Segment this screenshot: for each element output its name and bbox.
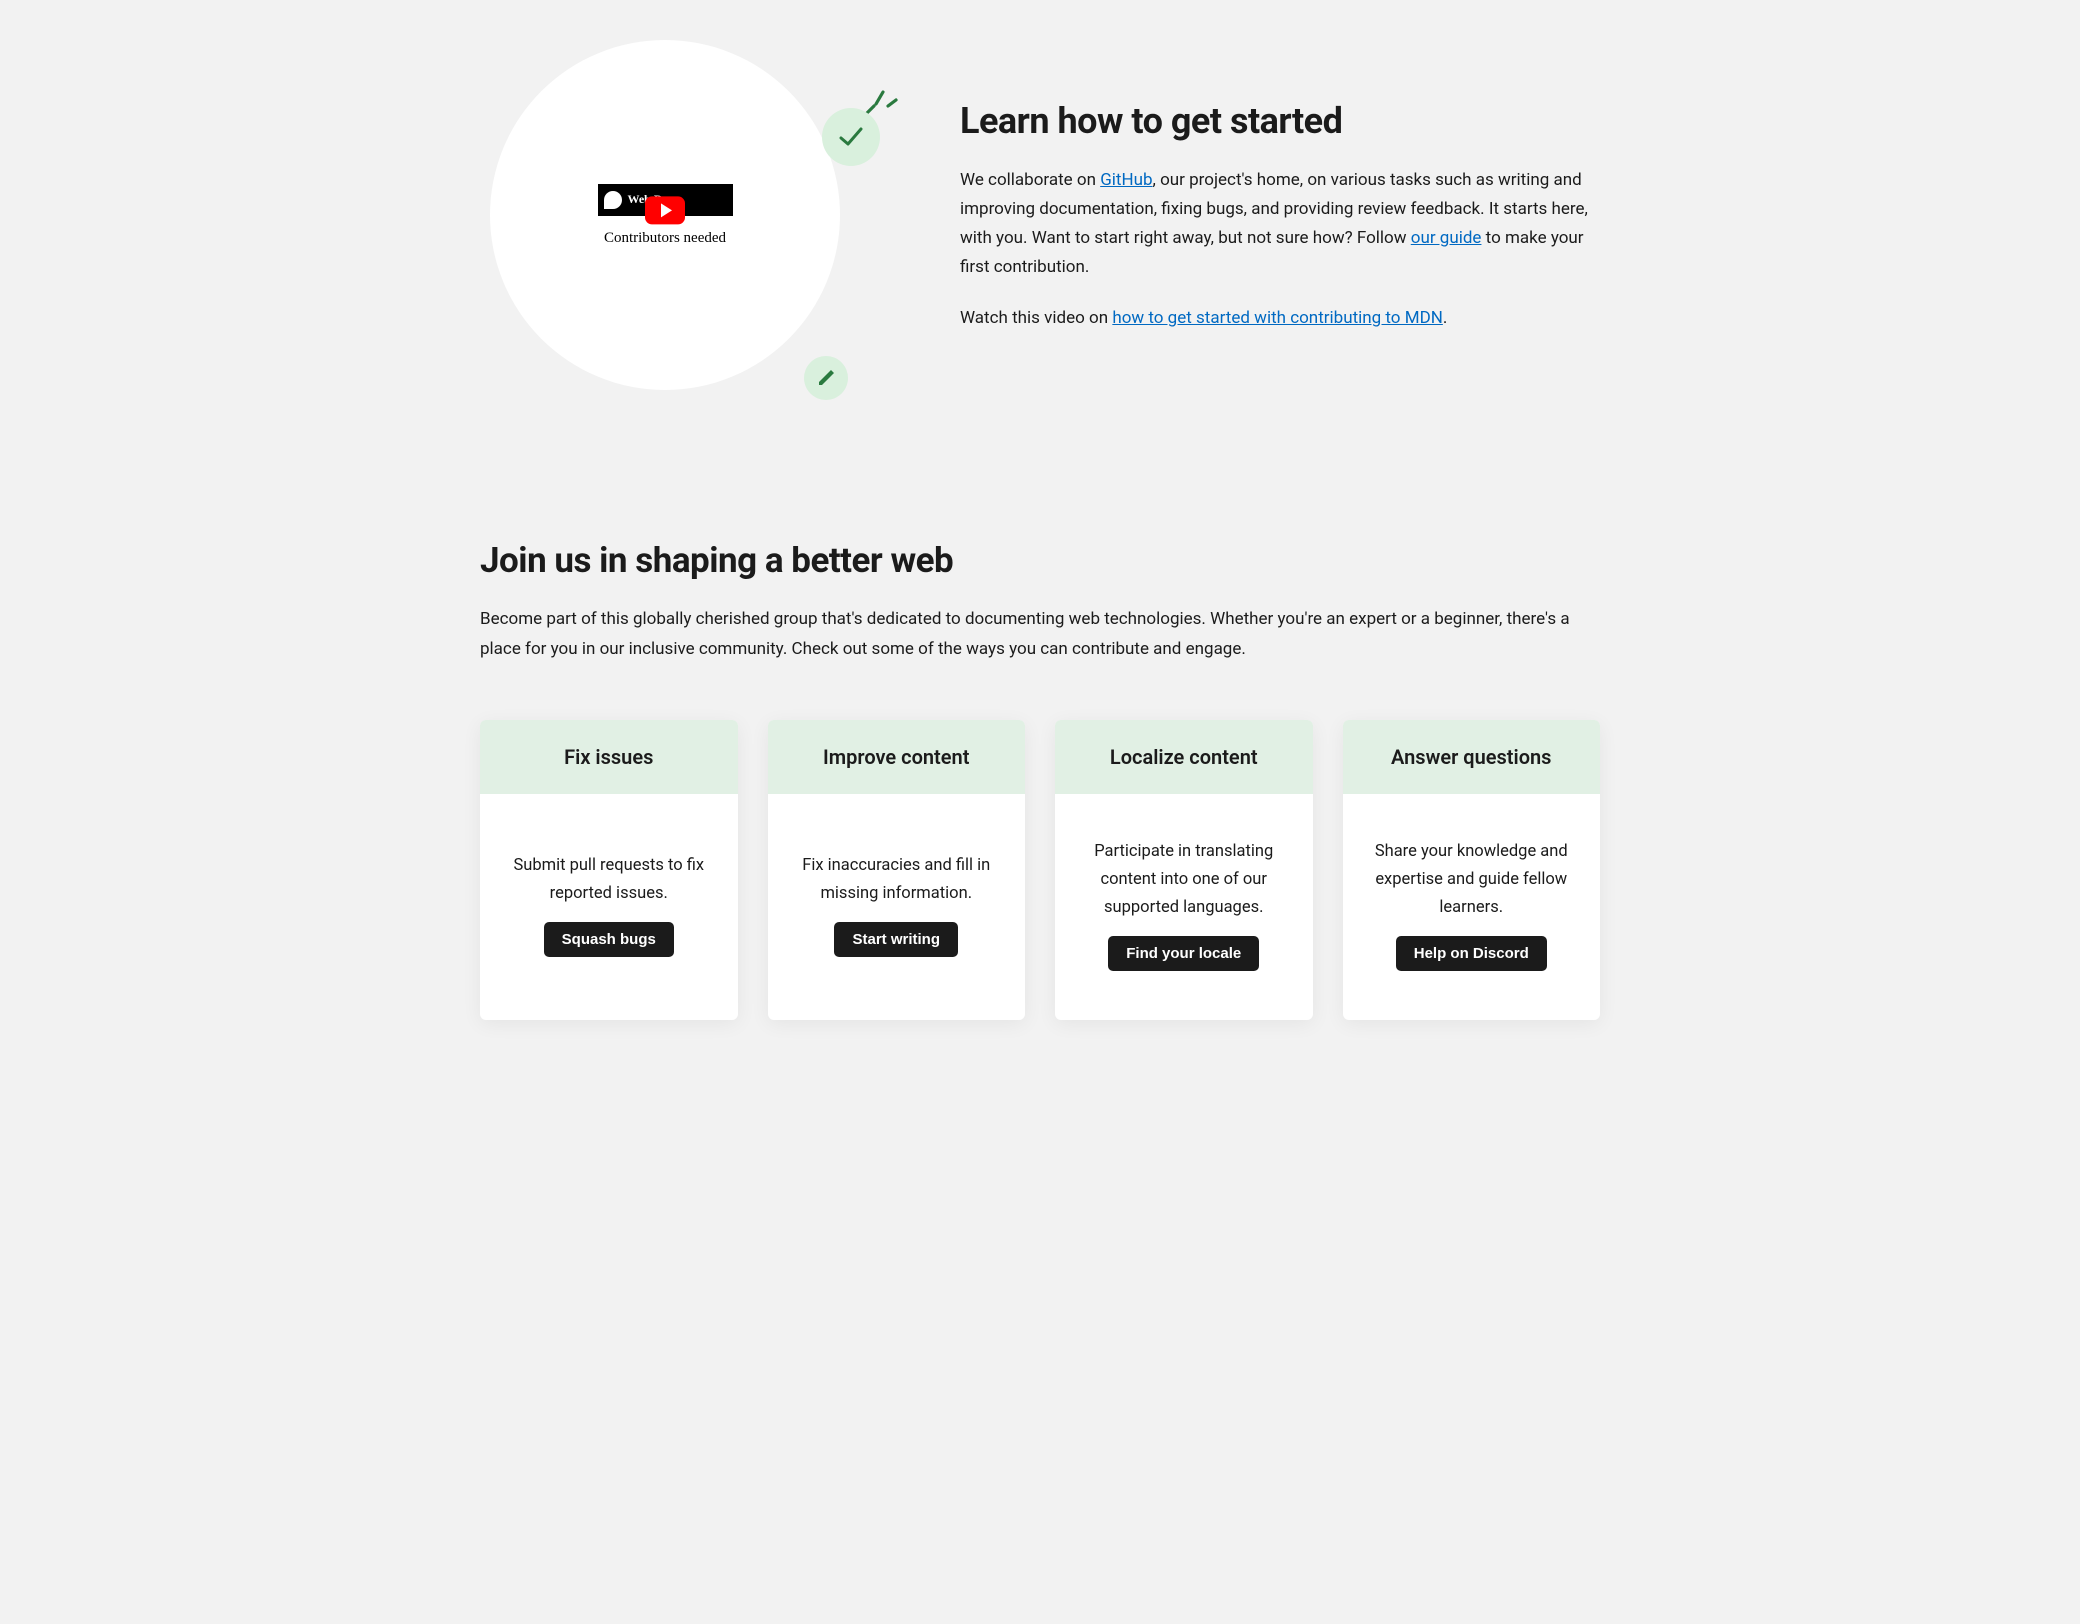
mdn-logo-icon	[604, 191, 622, 209]
card-improve-content: Improve content Fix inaccuracies and fil…	[768, 720, 1026, 1020]
card-title: Fix issues	[480, 720, 738, 794]
join-heading: Join us in shaping a better web	[480, 540, 1600, 581]
hero-heading: Learn how to get started	[960, 100, 1600, 142]
help-discord-button[interactable]: Help on Discord	[1396, 936, 1547, 971]
card-title: Improve content	[768, 720, 1026, 794]
text-fragment: We collaborate on	[960, 170, 1100, 190]
checkmark-badge	[822, 108, 880, 166]
hero-text: Learn how to get started We collaborate …	[960, 40, 1600, 354]
pencil-icon	[816, 368, 836, 388]
cards-grid: Fix issues Submit pull requests to fix r…	[480, 720, 1600, 1020]
play-icon[interactable]	[645, 196, 685, 224]
checkmark-icon	[836, 122, 866, 152]
hero-paragraph-2: Watch this video on how to get started w…	[960, 304, 1600, 333]
join-intro: Become part of this globally cherished g…	[480, 605, 1600, 665]
card-description: Submit pull requests to fix reported iss…	[500, 852, 718, 908]
card-title: Answer questions	[1343, 720, 1601, 794]
text-fragment: Watch this video on	[960, 308, 1112, 328]
card-localize-content: Localize content Participate in translat…	[1055, 720, 1313, 1020]
squash-bugs-button[interactable]: Squash bugs	[544, 922, 674, 957]
video-preview-circle: Web Docs Contributors needed	[490, 40, 840, 390]
start-writing-button[interactable]: Start writing	[834, 922, 958, 957]
video-thumbnail[interactable]: Web Docs	[598, 184, 733, 216]
card-title: Localize content	[1055, 720, 1313, 794]
card-fix-issues: Fix issues Submit pull requests to fix r…	[480, 720, 738, 1020]
hero-graphic: Web Docs Contributors needed	[480, 40, 900, 420]
video-subtitle: Contributors needed	[604, 230, 726, 247]
github-link[interactable]: GitHub	[1100, 170, 1152, 190]
find-locale-button[interactable]: Find your locale	[1108, 936, 1259, 971]
card-description: Share your knowledge and expertise and g…	[1363, 838, 1581, 922]
pencil-badge	[804, 356, 848, 400]
hero-section: Web Docs Contributors needed	[480, 40, 1600, 420]
card-answer-questions: Answer questions Share your knowledge an…	[1343, 720, 1601, 1020]
video-link[interactable]: how to get started with contributing to …	[1112, 308, 1443, 328]
hero-paragraph-1: We collaborate on GitHub, our project's …	[960, 166, 1600, 282]
text-fragment: .	[1443, 308, 1447, 328]
card-description: Participate in translating content into …	[1075, 838, 1293, 922]
guide-link[interactable]: our guide	[1411, 228, 1482, 248]
card-description: Fix inaccuracies and fill in missing inf…	[788, 852, 1006, 908]
